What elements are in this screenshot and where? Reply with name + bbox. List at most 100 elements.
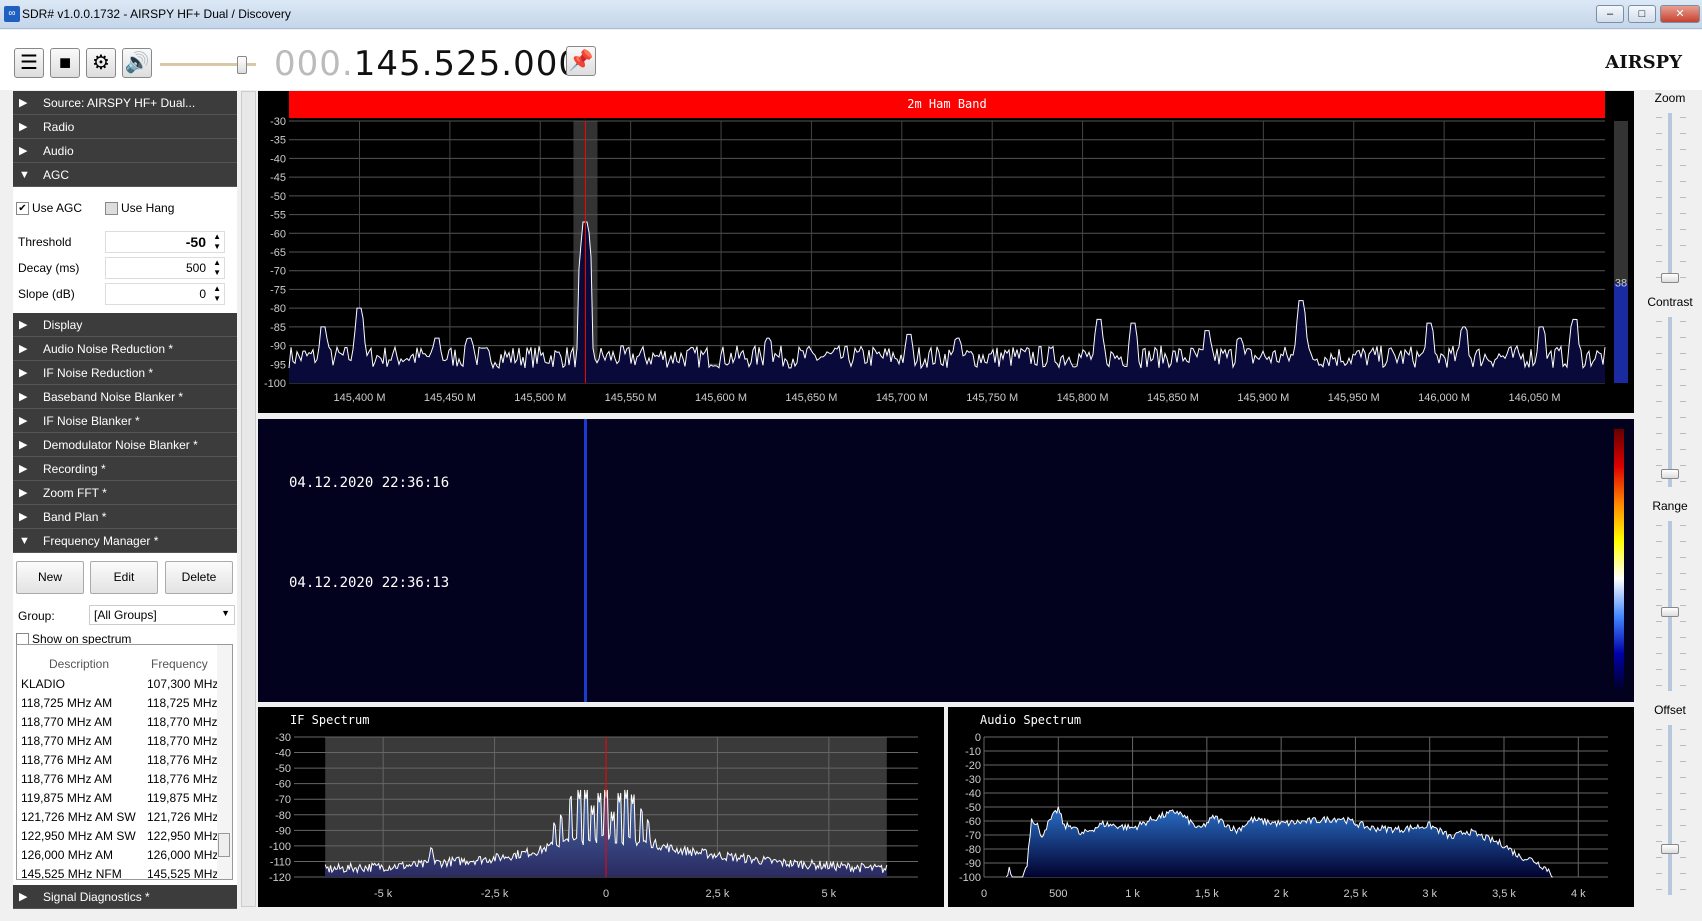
sidebar-section-header[interactable]: ▼ Frequency Manager * xyxy=(13,529,237,553)
if-spectrum-panel[interactable]: IF Spectrum -30 -40 -50 -60 -70 -80 -90 -100 -11… xyxy=(258,707,944,907)
slider-tick xyxy=(1656,353,1662,354)
frequency-manager-panel: New Edit Delete Group: [All Groups] ▼ Sho… xyxy=(13,553,237,885)
audio-spectrum-panel[interactable]: Audio Spectrum 0 -10 -20 -30 -40 -50 -60 -70 -80… xyxy=(948,707,1634,907)
close-button[interactable]: ✕ xyxy=(1660,5,1700,23)
sidebar-section-header[interactable]: ▶ Radio xyxy=(13,115,237,139)
sidebar-section-header[interactable]: ▶ IF Noise Reduction * xyxy=(13,361,237,385)
list-item[interactable]: KLADIO 107,300 MHz xyxy=(17,675,232,694)
zoom-slider[interactable] xyxy=(1668,113,1672,283)
slider-tick xyxy=(1680,857,1686,858)
sidebar-section-header[interactable]: ▶ IF Noise Blanker * xyxy=(13,409,237,433)
minimize-button[interactable]: – xyxy=(1596,5,1624,23)
slider-tick xyxy=(1656,841,1662,842)
sidebar-section-header[interactable]: ▼ AGC xyxy=(13,163,237,187)
sidebar-section-header[interactable]: ▶ Signal Diagnostics * xyxy=(13,885,237,909)
contrast-slider-thumb[interactable] xyxy=(1661,468,1679,479)
sidebar-section-header[interactable]: ▶ Demodulator Noise Blanker * xyxy=(13,433,237,457)
spectrum-chart[interactable]: -30 -35 -40 -45 -50 -55 -60 -65 -70 -75 -80 -85 -90 -… xyxy=(258,91,1634,413)
slider-tick xyxy=(1656,385,1662,386)
spinner-icon[interactable]: ▲ ▼ xyxy=(213,284,221,304)
frequency-cell: 126,000 MHz xyxy=(147,848,219,862)
slider-tick xyxy=(1680,181,1686,182)
description-cell: 121,726 MHz AM SW xyxy=(21,810,136,824)
sidebar-section-header[interactable]: ▶ Audio xyxy=(13,139,237,163)
settings-button[interactable]: ⚙ xyxy=(86,48,116,78)
contrast-slider[interactable] xyxy=(1668,317,1672,487)
pin-button[interactable]: 📌 xyxy=(566,46,596,76)
slider-tick xyxy=(1656,857,1662,858)
decay-input[interactable]: 500 ▲ ▼ xyxy=(105,257,225,279)
section-label: Baseband Noise Blanker * xyxy=(43,390,184,404)
range-slider-thumb[interactable] xyxy=(1661,606,1679,617)
volume-thumb[interactable] xyxy=(237,56,248,74)
list-item[interactable]: 121,726 MHz AM SW 121,726 MHz xyxy=(17,808,232,827)
expand-arrow-icon: ▶ xyxy=(19,891,28,903)
sidebar-scrollbar[interactable] xyxy=(241,91,256,907)
spectrum-trace xyxy=(288,221,1606,370)
sidebar: ▶ Source: AIRSPY HF+ Dual... ▶ Radio ▶ Audio ▼… xyxy=(13,91,237,909)
offset-slider-thumb[interactable] xyxy=(1661,843,1679,854)
frequency-list[interactable]: Description Frequency KLADIO 107,300 MHz 118… xyxy=(16,644,233,880)
offset-slider[interactable] xyxy=(1668,725,1672,895)
list-item[interactable]: 145,525 MHz NFM 145,525 MHz xyxy=(17,865,232,879)
scroll-thumb[interactable] xyxy=(218,833,230,857)
list-item[interactable]: 118,770 MHz AM 118,770 MHz xyxy=(17,732,232,751)
frequency-cell: 119,875 MHz xyxy=(147,791,218,805)
list-item[interactable]: 118,770 MHz AM 118,770 MHz xyxy=(17,713,232,732)
delete-button[interactable]: Delete xyxy=(165,561,233,594)
volume-slider[interactable] xyxy=(160,46,256,82)
list-item[interactable]: 118,725 MHz AM 118,725 MHz xyxy=(17,694,232,713)
frequency-cell: 107,300 MHz xyxy=(147,677,219,691)
slider-tick xyxy=(1680,401,1686,402)
use-agc-checkbox[interactable]: ✔ Use AGC xyxy=(16,201,82,216)
sidebar-section-header[interactable]: ▶ Audio Noise Reduction * xyxy=(13,337,237,361)
list-item[interactable]: 126,000 MHz AM 126,000 MHz xyxy=(17,846,232,865)
list-header: Description Frequency xyxy=(17,645,232,675)
slider-tick xyxy=(1680,729,1686,730)
mute-button[interactable]: 🔊 xyxy=(122,48,152,78)
frequency-display[interactable]: 000.145.525.000 xyxy=(274,44,581,84)
description-column-header[interactable]: Description xyxy=(49,657,109,671)
slider-tick xyxy=(1680,809,1686,810)
x-tick-label: 3 k xyxy=(1422,888,1437,900)
slider-tick xyxy=(1656,149,1662,150)
group-select[interactable]: [All Groups] ▼ xyxy=(89,605,235,625)
spinner-icon[interactable]: ▲ ▼ xyxy=(213,232,221,252)
list-item[interactable]: 118,776 MHz AM 118,776 MHz xyxy=(17,751,232,770)
spinner-icon[interactable]: ▲ ▼ xyxy=(213,258,221,278)
maximize-button[interactable]: □ xyxy=(1628,5,1656,23)
y-tick-label: -90 xyxy=(965,858,981,870)
list-item[interactable]: 118,776 MHz AM 118,776 MHz xyxy=(17,770,232,789)
stop-button[interactable]: ■ xyxy=(50,48,80,78)
x-tick-label: 3,5 k xyxy=(1492,888,1516,900)
y-tick-label: -30 xyxy=(270,116,286,128)
y-tick-label: -20 xyxy=(965,760,981,772)
sidebar-section-header[interactable]: ▶ Band Plan * xyxy=(13,505,237,529)
frequency-column-header[interactable]: Frequency xyxy=(151,657,208,671)
new-button[interactable]: New xyxy=(16,561,84,594)
sidebar-section-header[interactable]: ▶ Display xyxy=(13,313,237,337)
menu-button[interactable]: ☰ xyxy=(14,48,44,78)
list-item[interactable]: 122,950 MHz AM SW 122,950 MHz xyxy=(17,827,232,846)
x-tick-label: 2,5 k xyxy=(1343,888,1367,900)
sidebar-section-header[interactable]: ▶ Recording * xyxy=(13,457,237,481)
slider-tick xyxy=(1680,417,1686,418)
y-tick-label: -70 xyxy=(965,830,981,842)
slope-input[interactable]: 0 ▲ ▼ xyxy=(105,283,225,305)
spectrum-panel[interactable]: 2m Ham Band -30 -35 -40 -45 -50 -55 -60 -65 -70-… xyxy=(258,91,1634,413)
edit-button[interactable]: Edit xyxy=(90,561,158,594)
list-scrollbar[interactable] xyxy=(217,645,232,879)
sidebar-section-header[interactable]: ▶ Zoom FFT * xyxy=(13,481,237,505)
sidebar-section-header[interactable]: ▶ Baseband Noise Blanker * xyxy=(13,385,237,409)
slider-tick xyxy=(1656,761,1662,762)
pin-icon: 📌 xyxy=(568,50,594,72)
waterfall-panel[interactable]: 04.12.2020 22:36:16 04.12.2020 22:36:13 xyxy=(258,419,1634,702)
zoom-slider-thumb[interactable] xyxy=(1661,273,1679,283)
list-item[interactable]: 119,875 MHz AM 119,875 MHz xyxy=(17,789,232,808)
y-tick-label: -80 xyxy=(270,303,286,315)
threshold-input[interactable]: -50 ▲ ▼ xyxy=(105,231,225,253)
sidebar-section-header[interactable]: ▶ Source: AIRSPY HF+ Dual... xyxy=(13,91,237,115)
use-hang-checkbox[interactable]: Use Hang xyxy=(105,201,174,216)
y-tick-label: -100 xyxy=(269,841,291,853)
section-label: Zoom FFT * xyxy=(43,486,107,500)
